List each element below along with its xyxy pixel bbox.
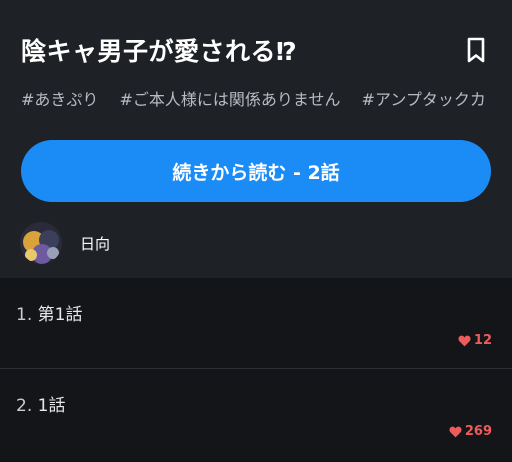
heart-icon <box>458 335 471 346</box>
heart-icon <box>449 426 462 437</box>
story-header: 陰キャ男子が愛される⁉ #あきぷり #ご本人様には関係ありません #アンプタック… <box>0 0 512 278</box>
avatar <box>20 222 62 264</box>
episode-number: 1. <box>16 305 33 325</box>
tag-item[interactable]: #アンプタックカ <box>362 86 486 110</box>
continue-reading-button[interactable]: 続きから読む - 2話 <box>21 140 491 202</box>
tag-item[interactable]: #あきぷり <box>21 86 98 110</box>
author-name: 日向 <box>80 234 111 253</box>
episode-name: 第1話 <box>37 305 83 325</box>
episode-row[interactable]: 2. 1話 269 <box>0 369 512 459</box>
tag-list: #あきぷり #ご本人様には関係ありません #アンプタックカ <box>21 86 512 110</box>
episode-title: 2. 1話 <box>16 391 65 416</box>
episode-row[interactable]: 1. 第1話 12 <box>0 278 512 368</box>
like-count: 269 <box>464 424 492 439</box>
like-count: 12 <box>473 333 492 348</box>
episode-title: 1. 第1話 <box>16 300 82 325</box>
author-row[interactable]: 日向 <box>20 222 110 264</box>
episode-likes: 12 <box>458 333 492 348</box>
episode-number: 2. <box>16 396 33 416</box>
bookmark-icon[interactable] <box>463 36 489 64</box>
tag-item[interactable]: #ご本人様には関係ありません <box>120 86 341 110</box>
episode-likes: 269 <box>449 424 492 439</box>
story-title: 陰キャ男子が愛される⁉ <box>21 37 298 66</box>
episode-name: 1話 <box>37 396 66 416</box>
